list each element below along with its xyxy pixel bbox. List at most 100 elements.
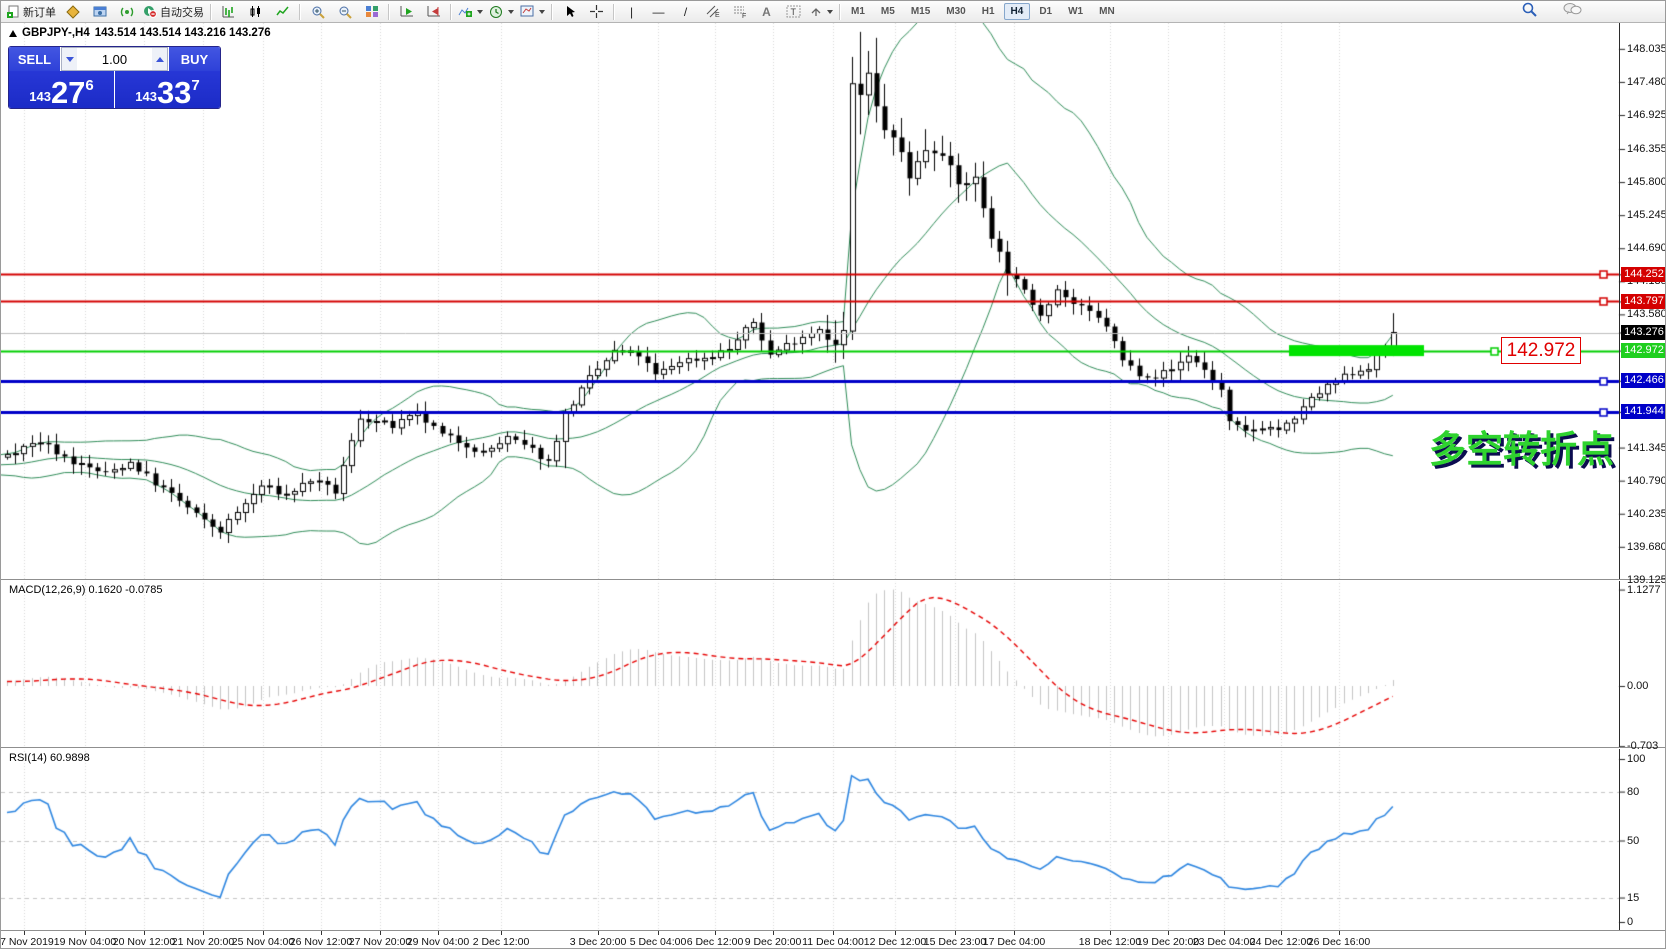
timeframe-bar: M1M5M15M30H1H4D1W1MN bbox=[844, 3, 1122, 20]
volume-stepper: 1.00 bbox=[61, 47, 168, 71]
pivot-price-label[interactable]: 142.972 bbox=[1501, 337, 1581, 364]
tile-windows-icon bbox=[365, 5, 379, 18]
time-tick-label: 18 Dec 12:00 bbox=[1079, 936, 1141, 948]
indicators-button[interactable] bbox=[455, 1, 486, 22]
autotrade-button[interactable]: 自动交易 bbox=[140, 1, 207, 22]
time-tick bbox=[438, 931, 439, 935]
timeframe-button-h1[interactable]: H1 bbox=[975, 3, 1002, 20]
timeframe-button-d1[interactable]: D1 bbox=[1032, 3, 1059, 20]
svg-text:E: E bbox=[715, 12, 720, 18]
time-tick bbox=[85, 931, 86, 935]
rsi-pane-canvas[interactable] bbox=[1, 748, 1666, 931]
fibonacci-icon: F bbox=[733, 5, 747, 18]
time-tick-label: 21 Nov 20:00 bbox=[172, 936, 234, 948]
one-click-trading-panel: SELL 1.00 BUY 143276 143337 bbox=[8, 46, 221, 109]
price-tick-label: 143.580 bbox=[1627, 308, 1666, 320]
crosshair-button[interactable] bbox=[583, 1, 610, 22]
sell-button[interactable]: SELL bbox=[9, 47, 60, 71]
macd-pane-canvas[interactable] bbox=[1, 580, 1666, 748]
timeframe-button-m1[interactable]: M1 bbox=[844, 3, 872, 20]
svg-text:T: T bbox=[791, 7, 797, 17]
rsi-tick-label: 0 bbox=[1627, 916, 1666, 928]
signals-button[interactable] bbox=[113, 1, 140, 22]
time-tick-label: 11 Dec 04:00 bbox=[802, 936, 864, 948]
time-tick-label: 29 Nov 04:00 bbox=[407, 936, 469, 948]
zoom-out-button[interactable] bbox=[331, 1, 358, 22]
trendline-button[interactable]: / bbox=[672, 1, 699, 22]
time-tick-label: 27 Nov 20:00 bbox=[349, 936, 411, 948]
mt4-window: 新订单 自动交易 bbox=[0, 0, 1666, 949]
time-tick-label: 20 Nov 12:00 bbox=[113, 936, 175, 948]
time-tick bbox=[598, 931, 599, 935]
annotation-text[interactable]: 多空转折点 bbox=[1429, 419, 1614, 473]
buy-button[interactable]: BUY bbox=[169, 47, 220, 71]
time-tick bbox=[24, 931, 25, 935]
autoscroll-button[interactable] bbox=[393, 1, 420, 22]
dropdown-caret-icon bbox=[539, 10, 545, 14]
horizontal-line-button[interactable]: — bbox=[645, 1, 672, 22]
tile-windows-button[interactable] bbox=[358, 1, 385, 22]
volume-decrease-button[interactable] bbox=[62, 48, 77, 70]
price-tick-label: 148.035 bbox=[1627, 43, 1666, 55]
sell-price[interactable]: 143276 bbox=[9, 71, 114, 109]
text-label-button[interactable]: T bbox=[780, 1, 807, 22]
rsi-tick-label: 50 bbox=[1627, 835, 1666, 847]
timeframe-button-m30[interactable]: M30 bbox=[939, 3, 972, 20]
time-tick bbox=[1224, 931, 1225, 935]
volume-input[interactable]: 1.00 bbox=[77, 48, 152, 70]
bar-chart-button[interactable] bbox=[215, 1, 242, 22]
time-tick bbox=[1014, 931, 1015, 935]
time-tick bbox=[263, 931, 264, 935]
line-chart-button[interactable] bbox=[269, 1, 296, 22]
sell-price-sup: 6 bbox=[85, 77, 93, 94]
up-arrow-icon bbox=[156, 57, 164, 62]
timeframe-button-h4[interactable]: H4 bbox=[1004, 3, 1031, 20]
time-tick bbox=[658, 931, 659, 935]
chat-icon[interactable] bbox=[1560, 1, 1587, 22]
time-tick bbox=[1168, 931, 1169, 935]
time-tick bbox=[501, 931, 502, 935]
price-tick-label: 140.235 bbox=[1627, 508, 1666, 520]
zoom-in-button[interactable] bbox=[304, 1, 331, 22]
fibonacci-button[interactable]: F bbox=[726, 1, 753, 22]
time-tick-label: 15 Dec 23:00 bbox=[924, 936, 986, 948]
panel-collapse-icon[interactable] bbox=[9, 30, 17, 37]
buy-price[interactable]: 143337 bbox=[115, 71, 220, 109]
main-chart-canvas[interactable] bbox=[1, 23, 1666, 580]
down-arrow-icon bbox=[66, 57, 74, 62]
search-icon[interactable] bbox=[1519, 1, 1546, 22]
chart-shift-button[interactable] bbox=[420, 1, 447, 22]
timeframe-button-m15[interactable]: M15 bbox=[904, 3, 937, 20]
new-order-button[interactable]: 新订单 bbox=[4, 1, 59, 22]
dropdown-caret-icon bbox=[477, 10, 483, 14]
templates-button[interactable] bbox=[517, 1, 548, 22]
price-line-label: 142.466 bbox=[1621, 373, 1666, 388]
timeframe-button-mn[interactable]: MN bbox=[1092, 3, 1122, 20]
time-tick-label: 12 Dec 12:00 bbox=[864, 936, 926, 948]
chart-wizard-button[interactable] bbox=[59, 1, 86, 22]
text-button[interactable]: A bbox=[753, 1, 780, 22]
price-tick-label: 144.690 bbox=[1627, 242, 1666, 254]
line-chart-icon bbox=[276, 5, 289, 18]
timeframe-button-m5[interactable]: M5 bbox=[874, 3, 902, 20]
cursor-button[interactable] bbox=[556, 1, 583, 22]
candle-chart-button[interactable] bbox=[242, 1, 269, 22]
volume-increase-button[interactable] bbox=[152, 48, 167, 70]
timeframe-button-w1[interactable]: W1 bbox=[1061, 3, 1090, 20]
equidistant-channel-button[interactable]: E bbox=[699, 1, 726, 22]
buy-price-big: 33 bbox=[157, 79, 191, 107]
macd-label: MACD(12,26,9) 0.1620 -0.0785 bbox=[9, 584, 162, 596]
time-tick bbox=[773, 931, 774, 935]
arrows-button[interactable] bbox=[807, 1, 836, 22]
price-tick-label: 147.480 bbox=[1627, 76, 1666, 88]
price-tick-label: 145.800 bbox=[1627, 176, 1666, 188]
profiles-button[interactable] bbox=[86, 1, 113, 22]
svg-text:F: F bbox=[742, 13, 746, 18]
price-tick-label: 140.790 bbox=[1627, 475, 1666, 487]
time-tick-label: 17 Dec 04:00 bbox=[983, 936, 1045, 948]
toolbar-separator bbox=[613, 4, 615, 20]
rsi-tick-label: 15 bbox=[1627, 892, 1666, 904]
text-icon: A bbox=[762, 6, 771, 18]
periods-button[interactable] bbox=[486, 1, 517, 22]
vertical-line-button[interactable]: | bbox=[618, 1, 645, 22]
